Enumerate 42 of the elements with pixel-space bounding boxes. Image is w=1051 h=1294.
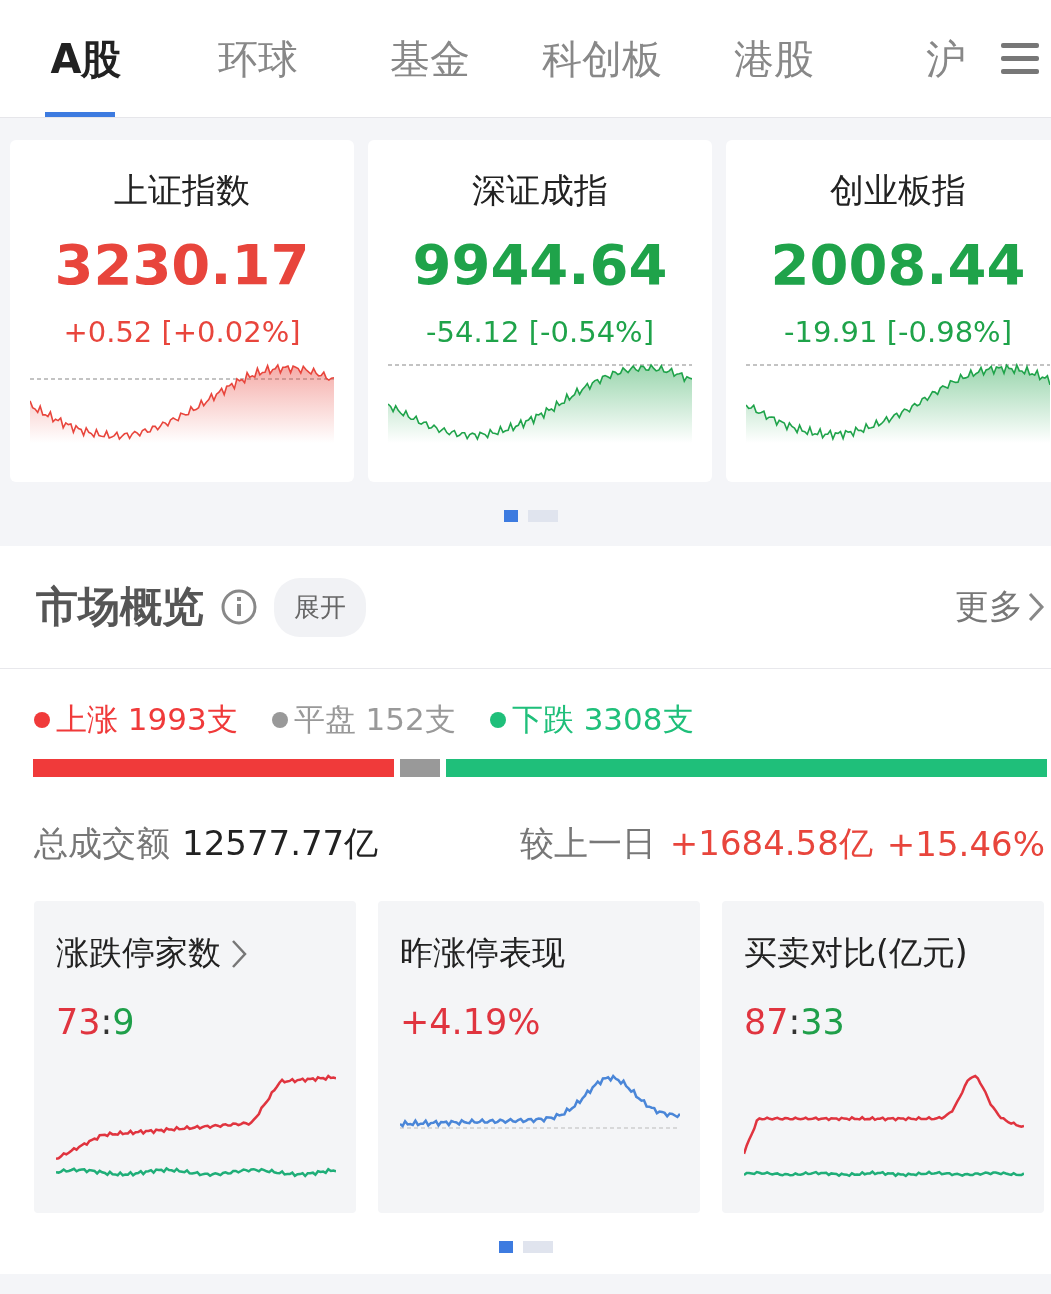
turnover-value: 12577.77亿 bbox=[182, 822, 379, 865]
section-title: 市场概览 bbox=[36, 581, 204, 633]
index-change: -54.12 [-0.54%] bbox=[426, 315, 654, 349]
tab[interactable]: 基金 bbox=[344, 0, 516, 117]
compare-label: 较上一日 bbox=[519, 822, 656, 865]
stat-card[interactable]: 昨涨停表现 +4.19% bbox=[378, 901, 700, 1213]
index-value: 3230.17 bbox=[54, 232, 310, 297]
tab[interactable]: 科创板 bbox=[516, 0, 688, 117]
compare-percent: +15.46% bbox=[886, 824, 1045, 864]
stat-card[interactable]: 买卖对比(亿元) 87:33 bbox=[722, 901, 1044, 1213]
compare-amount: +1684.58亿 bbox=[669, 822, 873, 865]
card-value: +4.19% bbox=[400, 1002, 541, 1042]
tab[interactable]: A股 bbox=[0, 0, 172, 117]
index-value: 2008.44 bbox=[770, 232, 1026, 297]
card-value: 87:33 bbox=[744, 1002, 845, 1042]
index-card[interactable]: 上证指数 3230.17 +0.52 [+0.02%] bbox=[10, 140, 354, 482]
chevron-icon bbox=[1027, 591, 1045, 623]
turnover-label: 总成交额 bbox=[34, 822, 170, 865]
tab[interactable]: 沪 bbox=[860, 0, 1032, 117]
expand-button[interactable]: 展开 bbox=[274, 577, 366, 637]
index-change: +0.52 [+0.02%] bbox=[63, 315, 301, 349]
stat-card[interactable]: 涨跌停家数 73:9 bbox=[34, 901, 356, 1213]
index-card[interactable]: 创业板指 2008.44 -19.91 [-0.98%] bbox=[726, 140, 1051, 482]
info-icon[interactable] bbox=[220, 588, 258, 626]
more-link[interactable]: 更多 bbox=[949, 583, 1051, 631]
index-card[interactable]: 深证成指 9944.64 -54.12 [-0.54%] bbox=[368, 140, 712, 482]
index-name: 深证成指 bbox=[472, 169, 608, 212]
breadth-count: 下跌 3308支 bbox=[511, 700, 694, 739]
index-change: -19.91 [-0.98%] bbox=[784, 315, 1012, 349]
index-value: 9944.64 bbox=[412, 232, 668, 297]
card-title: 买卖对比(亿元) bbox=[744, 932, 968, 974]
breadth-count: 上涨 1993支 bbox=[56, 700, 238, 739]
tab[interactable]: 环球 bbox=[172, 0, 344, 117]
index-name: 创业板指 bbox=[830, 169, 966, 212]
breadth-bar bbox=[399, 759, 440, 777]
card-title: 涨跌停家数 bbox=[56, 932, 221, 974]
tab[interactable]: 港股 bbox=[688, 0, 860, 117]
index-name: 上证指数 bbox=[114, 169, 250, 212]
card-title: 昨涨停表现 bbox=[400, 932, 565, 974]
breadth-count: 平盘 152支 bbox=[293, 700, 456, 739]
chevron-icon bbox=[231, 938, 247, 969]
card-value: 73:9 bbox=[56, 1002, 135, 1042]
